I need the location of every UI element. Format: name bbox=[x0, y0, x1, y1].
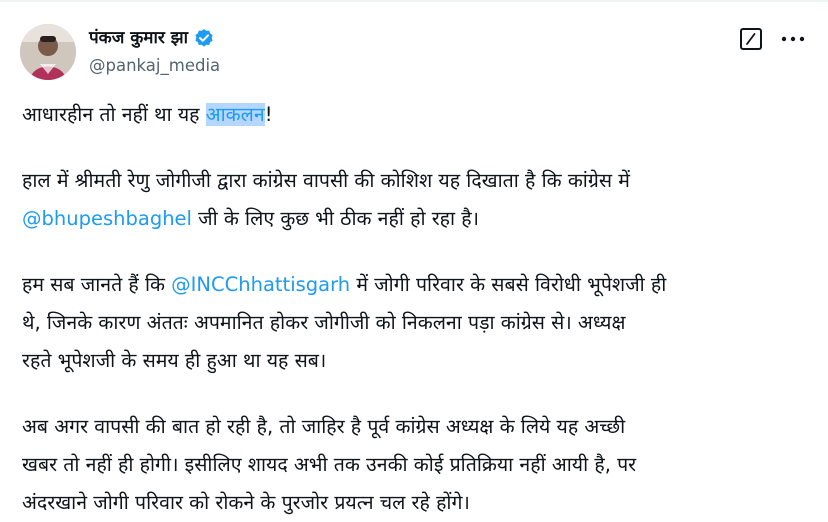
name-row: पंकज कुमार झा bbox=[89, 27, 214, 49]
tweet-line: में जोगी परिवार के सबसे विरोधी भूपेशजी ह… bbox=[350, 273, 667, 296]
tweet-paragraph-3: हम सब जानते हैं कि @INCChhattisgarh में … bbox=[22, 266, 812, 380]
selected-text: आकलन bbox=[205, 103, 265, 126]
more-options-icon[interactable] bbox=[778, 29, 808, 49]
tweet-line: थे, जिनके कारण अंततः अपमानित होकर जोगीजी… bbox=[22, 311, 626, 334]
tweet-paragraph-2: हाल में श्रीमती रेणु जोगीजी द्वारा कांग्… bbox=[22, 162, 812, 238]
tweet-header: पंकज कुमार झा @pankaj_media bbox=[20, 24, 808, 80]
verified-badge-icon bbox=[194, 28, 214, 48]
tweet-line: अब अगर वापसी की बात हो रही है, तो जाहिर … bbox=[22, 415, 626, 438]
tweet-line: रहते भूपेशजी के समय ही हुआ था यह सब। bbox=[22, 349, 327, 372]
tweet-paragraph-4: अब अगर वापसी की बात हो रही है, तो जाहिर … bbox=[22, 408, 812, 522]
tweet-line: जी के लिए कुछ भी ठीक नहीं हो रहा है। bbox=[191, 207, 480, 230]
tweet-line: अंदरखाने जोगी परिवार को रोकने के पुरजोर … bbox=[22, 491, 470, 514]
mention-link-incchhattisgarh[interactable]: @INCChhattisgarh bbox=[171, 273, 350, 296]
tweet-text: आधारहीन तो नहीं था यह आकलन! हाल में श्री… bbox=[22, 96, 812, 522]
tweet-line: हाल में श्रीमती रेणु जोगीजी द्वारा कांग्… bbox=[22, 169, 630, 192]
mention-link-bhupeshbaghel[interactable]: @bhupeshbaghel bbox=[22, 207, 192, 230]
avatar[interactable] bbox=[20, 24, 76, 80]
tweet-line: ! bbox=[264, 103, 273, 126]
display-name[interactable]: पंकज कुमार झा bbox=[89, 27, 188, 49]
edit-icon[interactable] bbox=[740, 28, 762, 50]
tweet-line: हम सब जानते हैं कि bbox=[22, 273, 172, 296]
top-divider bbox=[0, 0, 828, 2]
user-handle[interactable]: @pankaj_media bbox=[89, 55, 220, 77]
tweet-line: आधारहीन तो नहीं था यह bbox=[22, 103, 206, 126]
tweet-paragraph-1: आधारहीन तो नहीं था यह आकलन! bbox=[22, 96, 812, 134]
tweet-line: खबर तो नहीं ही होगी। इसीलिए शायद अभी तक … bbox=[22, 453, 637, 476]
